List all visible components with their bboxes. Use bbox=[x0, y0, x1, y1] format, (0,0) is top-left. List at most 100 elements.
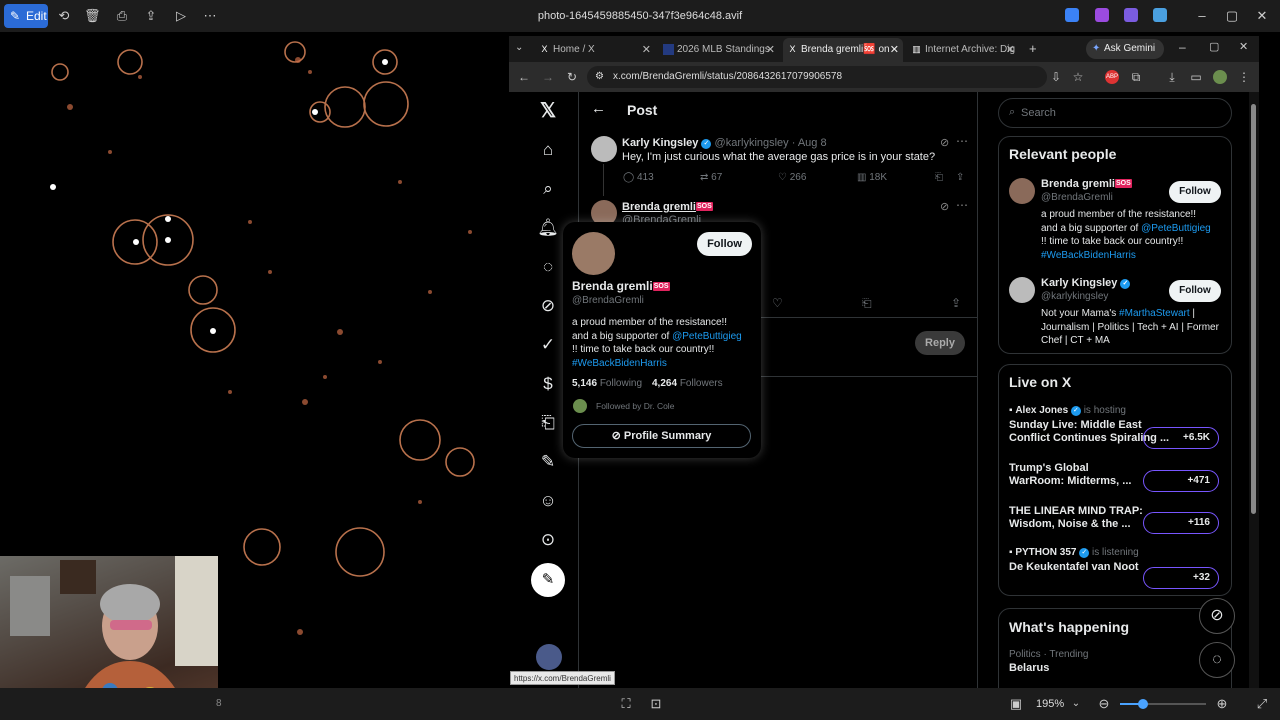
grok-icon[interactable]: ⊘ bbox=[940, 200, 949, 213]
search-input[interactable]: ⌕ Search bbox=[998, 98, 1232, 128]
download-icon[interactable]: ⤓ bbox=[1165, 70, 1179, 84]
followers-count[interactable]: 4,264 Followers bbox=[652, 378, 723, 389]
person-handle[interactable]: @BrendaGremli bbox=[1041, 192, 1113, 203]
hashtag-link[interactable]: #MarthaStewart bbox=[1119, 308, 1190, 319]
share-icon[interactable]: ⇪ bbox=[956, 172, 964, 183]
zoom-slider-thumb[interactable] bbox=[1138, 699, 1148, 709]
more-icon[interactable]: ⋯ bbox=[202, 8, 218, 24]
tab-close-icon[interactable]: ✕ bbox=[766, 38, 775, 62]
like-action[interactable]: ♡ 266 bbox=[778, 172, 806, 183]
new-tab-icon[interactable]: + bbox=[1029, 41, 1037, 56]
menu-icon[interactable]: ⋮ bbox=[1237, 70, 1251, 84]
trend-topic[interactable]: Belarus bbox=[1009, 662, 1049, 674]
live-participants-badge[interactable]: +32 bbox=[1143, 567, 1219, 589]
rotate-icon[interactable]: ⟲ bbox=[56, 8, 72, 24]
tab-mlb[interactable]: 2026 MLB Standings ✕ bbox=[659, 38, 779, 62]
live-item[interactable]: Trump's Global WarRoom: Midterms, ... bbox=[1009, 462, 1131, 488]
hovercard-name[interactable]: Brenda gremliSOS bbox=[572, 279, 670, 293]
downloads-folder-icon[interactable]: ▭ bbox=[1189, 70, 1203, 84]
avatar[interactable] bbox=[572, 232, 615, 275]
author-name[interactable]: Karly Kingsley bbox=[622, 137, 698, 149]
maximize-icon[interactable]: ▢ bbox=[1209, 40, 1219, 53]
reload-icon[interactable]: ↻ bbox=[565, 70, 579, 84]
grok-float-button[interactable]: ⊘ bbox=[1199, 598, 1235, 634]
tab-home-x[interactable]: X Home / X ✕ bbox=[535, 38, 655, 62]
share-icon[interactable]: ⇪ bbox=[143, 8, 159, 24]
bookmarks-icon[interactable]: ⎗ bbox=[535, 410, 561, 436]
live-participants-badge[interactable]: +6.5K bbox=[1143, 427, 1219, 449]
chevron-down-icon[interactable]: ⌄ bbox=[1068, 696, 1084, 712]
scrollbar-thumb[interactable] bbox=[1251, 104, 1256, 514]
follow-button[interactable]: Follow bbox=[1169, 181, 1221, 203]
app-icon-1[interactable] bbox=[1065, 8, 1079, 22]
minimize-icon[interactable]: – bbox=[1194, 8, 1210, 24]
profile-avatar[interactable] bbox=[1213, 70, 1227, 84]
mention-link[interactable]: @PeteButtigieg bbox=[1141, 223, 1211, 234]
tab-close-icon[interactable]: ✕ bbox=[642, 38, 651, 62]
notifications-icon[interactable]: 🔔︎ bbox=[535, 215, 561, 241]
maximize-icon[interactable]: ▢ bbox=[1224, 8, 1240, 24]
zoom-level[interactable]: 195% bbox=[1036, 688, 1064, 720]
following-count[interactable]: 5,146 Following bbox=[572, 378, 642, 389]
zoom-slider[interactable] bbox=[1120, 699, 1206, 709]
extensions-icon[interactable]: ⧉ bbox=[1129, 70, 1143, 84]
person-name[interactable]: Karly Kingsley ✓ bbox=[1041, 277, 1131, 289]
live-participants-badge[interactable]: +116 bbox=[1143, 512, 1219, 534]
share-icon[interactable]: ⇪ bbox=[951, 296, 961, 310]
live-item[interactable]: De Keukentafel van Noot bbox=[1009, 561, 1139, 573]
reply-author[interactable]: Brenda gremliSOS bbox=[622, 201, 713, 213]
avatar[interactable] bbox=[1009, 178, 1035, 204]
grok-icon[interactable]: ⊘ bbox=[535, 293, 561, 319]
slideshow-icon[interactable]: ▷ bbox=[173, 8, 189, 24]
tab-brenda[interactable]: X Brenda gremli🆘 on ✕ bbox=[783, 38, 903, 62]
profile-icon[interactable]: ☺ bbox=[535, 488, 561, 514]
repost-action[interactable]: ⇄ 67 bbox=[700, 172, 722, 183]
bookmark-icon[interactable]: ⎗ bbox=[862, 296, 872, 311]
person-handle[interactable]: @karlykingsley bbox=[1041, 291, 1108, 302]
hashtag-link[interactable]: #WeBackBidenHarris bbox=[572, 357, 757, 371]
messages-float-button[interactable]: ◌ bbox=[1199, 642, 1235, 678]
scan-icon[interactable]: ⊡ bbox=[648, 696, 664, 712]
back-icon[interactable]: ← bbox=[517, 70, 531, 84]
grok-icon[interactable]: ⊘ bbox=[940, 136, 949, 149]
heart-icon[interactable]: ♡ bbox=[772, 296, 783, 310]
print-icon[interactable]: ⎙ bbox=[114, 8, 130, 24]
more-icon[interactable]: ⋯ bbox=[956, 134, 968, 148]
compose-button[interactable]: ✎ bbox=[531, 563, 565, 597]
views-action[interactable]: ▥ 18K bbox=[857, 172, 887, 183]
tab-archive[interactable]: ▥ Internet Archive: Dig ✕ bbox=[907, 38, 1019, 62]
person-name[interactable]: Brenda gremliSOS bbox=[1041, 178, 1132, 190]
money-icon[interactable]: $ bbox=[535, 371, 561, 397]
back-arrow-icon[interactable]: ← bbox=[591, 100, 606, 117]
zoom-in-icon[interactable]: ⊕ bbox=[1214, 696, 1230, 712]
site-info-icon[interactable]: ⚙ bbox=[595, 66, 604, 88]
more-icon[interactable]: ⊙ bbox=[535, 527, 561, 553]
install-icon[interactable]: ⇩ bbox=[1049, 70, 1063, 84]
close-icon[interactable]: ✕ bbox=[1254, 8, 1270, 24]
profile-summary-button[interactable]: ⊘ Profile Summary bbox=[572, 424, 751, 448]
bookmark-star-icon[interactable]: ☆ bbox=[1071, 70, 1085, 84]
account-avatar[interactable] bbox=[536, 644, 562, 670]
fit-icon[interactable]: ⛶ bbox=[618, 696, 634, 712]
tab-close-icon[interactable]: ✕ bbox=[890, 38, 899, 62]
tab-close-icon[interactable]: ✕ bbox=[1006, 38, 1015, 62]
more-icon[interactable]: ⋯ bbox=[956, 198, 968, 212]
x-logo-icon[interactable]: 𝕏 bbox=[535, 98, 561, 124]
author-handle[interactable]: @karlykingsley · Aug 8 bbox=[715, 137, 827, 149]
adblock-icon[interactable]: ABP bbox=[1105, 70, 1119, 84]
bookmark-icon[interactable]: ⎗ bbox=[935, 172, 943, 183]
minimize-icon[interactable]: – bbox=[1179, 40, 1186, 54]
live-participants-badge[interactable]: +471 bbox=[1143, 470, 1219, 492]
zoom-out-icon[interactable]: ⊖ bbox=[1096, 696, 1112, 712]
mention-link[interactable]: @PeteButtigieg bbox=[672, 331, 742, 342]
delete-icon[interactable]: 🗑 bbox=[84, 8, 101, 24]
page-scrollbar[interactable] bbox=[1249, 92, 1259, 688]
cloud-icon[interactable] bbox=[1153, 8, 1167, 22]
tab-list-icon[interactable]: ⌄ bbox=[515, 42, 523, 53]
follow-button[interactable]: Follow bbox=[697, 232, 752, 256]
edit-button[interactable]: ✎ Edit bbox=[4, 4, 48, 28]
follow-button[interactable]: Follow bbox=[1169, 280, 1221, 302]
hashtag-link[interactable]: #WeBackBidenHarris bbox=[1041, 249, 1229, 263]
app-icon-3[interactable] bbox=[1124, 8, 1138, 22]
forward-icon[interactable]: → bbox=[541, 70, 555, 84]
